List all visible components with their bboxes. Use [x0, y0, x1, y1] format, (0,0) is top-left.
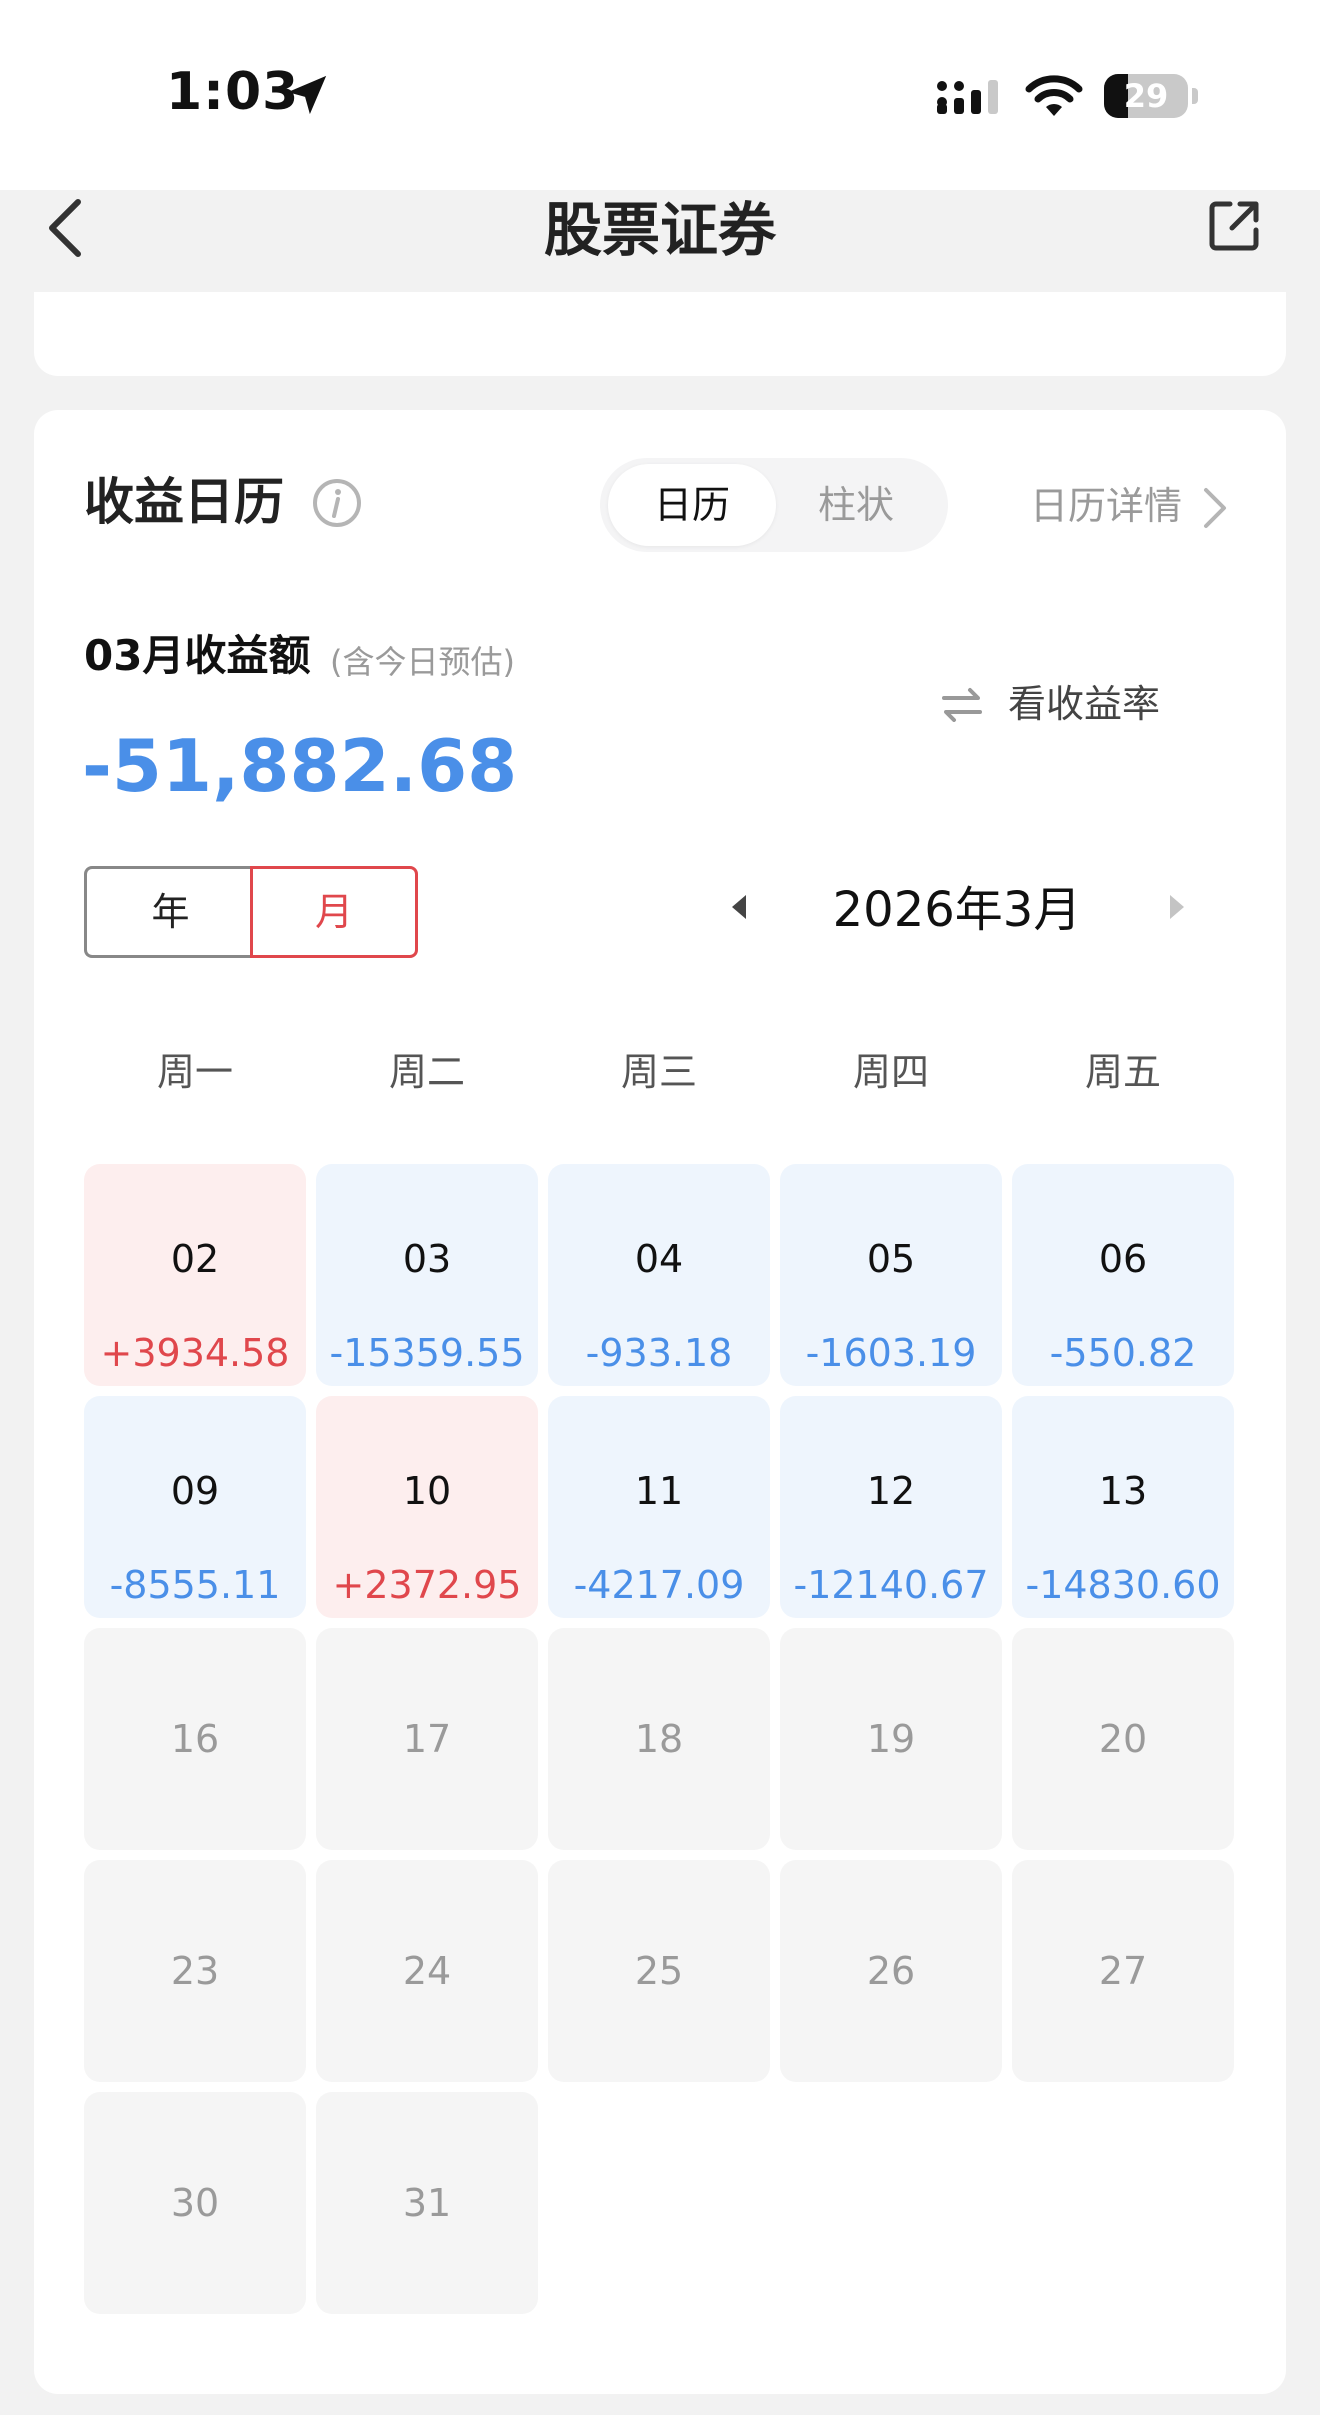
calendar-day-cell[interactable]: 24 [316, 1860, 538, 2082]
calendar-day-cell[interactable]: 31 [316, 2092, 538, 2314]
view-rate-toggle[interactable]: 看收益率 [1008, 676, 1160, 732]
day-number: 12 [866, 1469, 916, 1513]
weekday-label: 周一 [156, 1050, 233, 1094]
calendar-day-cell[interactable]: 19 [780, 1628, 1002, 1850]
calendar-day-cell[interactable]: 10 +2372.95 [316, 1396, 538, 1618]
calendar-day-cell[interactable]: 12 -12140.67 [780, 1396, 1002, 1618]
day-number: 03 [402, 1237, 452, 1281]
tab-calendar[interactable]: 日历 [608, 464, 776, 546]
day-number: 09 [170, 1469, 220, 1513]
day-profit: -15359.55 [329, 1331, 525, 1375]
day-profit: -550.82 [1049, 1331, 1197, 1375]
day-number: 02 [170, 1237, 220, 1281]
period-year-button[interactable]: 年 [84, 866, 254, 958]
day-profit: +2372.95 [332, 1563, 522, 1607]
day-profit: -1603.19 [805, 1331, 977, 1375]
info-icon[interactable] [312, 478, 362, 528]
weekday-label: 周二 [388, 1050, 465, 1094]
calendar-day-cell[interactable]: 25 [548, 1860, 770, 2082]
calendar-day-cell[interactable]: 16 [84, 1628, 306, 1850]
status-time: 1:03 [166, 62, 300, 122]
day-profit: +3934.58 [100, 1331, 290, 1375]
month-profit-label: 03月收益额 [84, 631, 311, 680]
swap-icon[interactable] [940, 686, 984, 722]
day-number: 16 [170, 1717, 220, 1761]
day-profit: -12140.67 [793, 1563, 989, 1607]
month-profit-value: -51,882.68 [82, 724, 518, 808]
calendar-day-cell[interactable]: 03 -15359.55 [316, 1164, 538, 1386]
calendar-day-cell[interactable]: 06 -550.82 [1012, 1164, 1234, 1386]
day-profit: -933.18 [585, 1331, 733, 1375]
day-profit: -14830.60 [1025, 1563, 1221, 1607]
share-icon[interactable] [1206, 198, 1262, 254]
calendar-day-cell[interactable]: 13 -14830.60 [1012, 1396, 1234, 1618]
day-number: 24 [402, 1949, 452, 1993]
calendar-day-cell[interactable]: 05 -1603.19 [780, 1164, 1002, 1386]
section-title: 收益日历 [84, 473, 284, 531]
day-number: 23 [170, 1949, 220, 1993]
calendar-day-cell[interactable]: 17 [316, 1628, 538, 1850]
page-title: 股票证券 [543, 196, 776, 264]
day-number: 25 [634, 1949, 684, 1993]
day-number: 10 [402, 1469, 452, 1513]
day-number: 19 [866, 1717, 916, 1761]
day-number: 18 [634, 1717, 684, 1761]
previous-card [34, 292, 1286, 376]
calendar-day-cell[interactable]: 04 -933.18 [548, 1164, 770, 1386]
day-number: 31 [402, 2181, 452, 2225]
weekday-label: 周四 [852, 1050, 929, 1094]
day-number: 20 [1098, 1717, 1148, 1761]
day-profit: -4217.09 [573, 1563, 745, 1607]
location-arrow-icon [287, 75, 327, 115]
month-profit-note: (含今日预估) [330, 643, 515, 681]
calendar-detail-link[interactable]: 日历详情 [1030, 476, 1182, 536]
battery-level: 29 [1123, 77, 1169, 115]
day-number: 30 [170, 2181, 220, 2225]
calendar-day-cell[interactable]: 20 [1012, 1628, 1234, 1850]
day-profit: -8555.11 [109, 1563, 281, 1607]
calendar-day-cell[interactable]: 23 [84, 1860, 306, 2082]
calendar-day-cell[interactable]: 30 [84, 2092, 306, 2314]
wifi-icon [1025, 75, 1083, 116]
calendar-day-cell[interactable]: 11 -4217.09 [548, 1396, 770, 1618]
calendar-day-cell[interactable]: 26 [780, 1860, 1002, 2082]
day-number: 04 [634, 1237, 684, 1281]
day-number: 27 [1098, 1949, 1148, 1993]
period-month-button[interactable]: 月 [250, 866, 418, 958]
calendar-day-cell[interactable]: 27 [1012, 1860, 1234, 2082]
tab-bar[interactable]: 柱状 [772, 464, 940, 546]
day-number: 11 [634, 1469, 684, 1513]
calendar-day-cell[interactable]: 02 +3934.58 [84, 1164, 306, 1386]
day-number: 26 [866, 1949, 916, 1993]
view-toggle: 日历 柱状 [600, 458, 948, 552]
calendar-day-cell[interactable]: 18 [548, 1628, 770, 1850]
signal-icon [937, 80, 998, 114]
day-number: 13 [1098, 1469, 1148, 1513]
battery-icon: 29 [1104, 74, 1198, 118]
status-bar: 1:03 29 [0, 0, 1320, 190]
chevron-right-icon[interactable] [1200, 486, 1230, 530]
day-number: 05 [866, 1237, 916, 1281]
weekday-label: 周三 [620, 1050, 697, 1094]
prev-month-icon[interactable] [728, 892, 750, 922]
weekday-label: 周五 [1084, 1050, 1161, 1094]
calendar-day-cell[interactable]: 09 -8555.11 [84, 1396, 306, 1618]
day-number: 06 [1098, 1237, 1148, 1281]
period-toggle: 年 月 [84, 866, 418, 958]
next-month-icon[interactable] [1166, 892, 1188, 922]
day-number: 17 [402, 1717, 452, 1761]
calendar-month: 2026年3月 [832, 882, 1082, 938]
